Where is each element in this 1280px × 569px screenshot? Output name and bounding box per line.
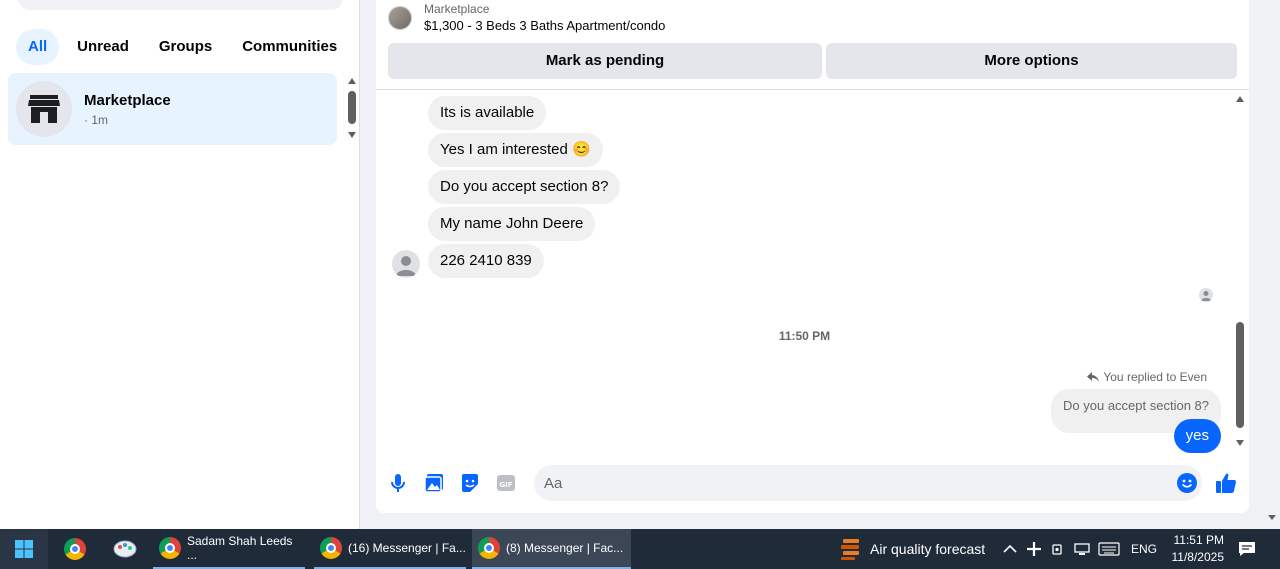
clock-time: 11:51 PM [1173, 533, 1224, 547]
chrome-icon [64, 538, 86, 560]
gif-icon[interactable]: GIF [495, 472, 517, 494]
conversation-name: Marketplace [84, 91, 171, 109]
scroll-down-arrow-icon[interactable] [348, 132, 356, 138]
windows-start-button[interactable] [0, 529, 48, 569]
composer: GIF [376, 461, 1249, 505]
scroll-up-arrow-icon[interactable] [348, 78, 356, 84]
taskbar-app-label: Sadam Shah Leeds ... [187, 534, 293, 562]
search-bar[interactable] [18, 0, 343, 10]
listing-thumbnail [388, 5, 412, 30]
scroll-up-arrow-icon[interactable] [1236, 96, 1244, 102]
tray-device-icon[interactable] [1052, 529, 1066, 569]
emoji-icon[interactable] [1177, 473, 1197, 493]
notification-icon[interactable] [1238, 529, 1258, 569]
listing-title: $1,300 - 3 Beds 3 Baths Apartment/condo [424, 18, 666, 33]
windows-logo-icon [15, 540, 33, 558]
avatar [16, 81, 72, 137]
chrome-taskbar-icon[interactable] [52, 529, 98, 569]
more-options-button[interactable]: More options [826, 43, 1237, 79]
filter-all[interactable]: All [16, 29, 60, 65]
incoming-message: 226 2410 839 [428, 244, 544, 278]
sticker-icon[interactable] [459, 472, 481, 494]
incoming-message: Yes I am interested 😊 [428, 133, 603, 167]
taskbar-app-chrome-3[interactable]: (8) Messenger | Fac... [472, 529, 631, 569]
incoming-message: Do you accept section 8? [428, 170, 621, 204]
paint-icon [113, 540, 137, 558]
list-scrollbar[interactable] [345, 76, 359, 142]
microphone-icon[interactable] [387, 472, 409, 494]
scroll-thumb[interactable] [1236, 322, 1244, 428]
app-taskbar-icon[interactable] [102, 529, 148, 569]
chat-list-panel: All Unread Groups Communities Marketplac… [0, 0, 360, 529]
chrome-icon [159, 537, 181, 559]
tray-plus-icon[interactable] [1026, 529, 1044, 569]
air-quality-icon [841, 539, 859, 560]
person-icon [1201, 291, 1211, 301]
filter-chips: All Unread Groups Communities [16, 29, 349, 65]
weather-widget[interactable]: Air quality forecast [840, 529, 985, 569]
message-input[interactable] [534, 465, 1202, 501]
clock-date: 11/8/2025 [1171, 550, 1225, 564]
network-icon[interactable] [1074, 529, 1092, 569]
clock[interactable]: 11:51 PM 11/8/2025 [1162, 532, 1225, 566]
filter-communities[interactable]: Communities [230, 29, 349, 65]
photo-icon[interactable] [423, 472, 445, 494]
thumbs-up-icon[interactable] [1214, 471, 1238, 495]
reply-note: You replied to Even [1087, 370, 1207, 384]
person-icon [396, 256, 416, 276]
chrome-icon [320, 537, 342, 559]
scroll-down-arrow-icon[interactable] [1236, 440, 1244, 446]
divider [376, 89, 1249, 90]
store-icon [28, 95, 60, 123]
sender-avatar[interactable] [392, 250, 420, 278]
incoming-message: My name John Deere [428, 207, 596, 241]
svg-text:GIF: GIF [499, 481, 512, 489]
chevron-up-icon [1003, 544, 1017, 553]
outgoing-message: yes [1173, 419, 1221, 453]
conversation-item-marketplace[interactable]: Marketplace · 1m [8, 73, 337, 145]
message-timestamp: 11:50 PM [778, 329, 831, 343]
weather-label: Air quality forecast [870, 541, 986, 557]
keyboard-icon[interactable] [1098, 529, 1122, 569]
conversation-time: · 1m [84, 112, 108, 127]
taskbar-app-chrome-1[interactable]: Sadam Shah Leeds ... [153, 529, 305, 569]
screen: All Unread Groups Communities Marketplac… [0, 0, 1280, 569]
reply-note-text: You replied to Even [1103, 370, 1207, 384]
listing-label: Marketplace [424, 2, 490, 16]
taskbar-app-label: (8) Messenger | Fac... [506, 541, 624, 555]
incoming-message: Its is available [428, 96, 547, 130]
read-receipt-avatar [1199, 288, 1213, 302]
chat-scrollbar[interactable] [1233, 92, 1247, 452]
scroll-thumb[interactable] [348, 91, 356, 124]
taskbar: Sadam Shah Leeds ... (16) Messenger | Fa… [0, 529, 1280, 569]
taskbar-app-label: (16) Messenger | Fa... [348, 541, 466, 555]
listing-header[interactable]: Marketplace $1,300 - 3 Beds 3 Baths Apar… [388, 2, 665, 33]
language-indicator[interactable]: ENG [1131, 529, 1159, 569]
chrome-icon [478, 537, 500, 559]
chat-panel: Marketplace $1,300 - 3 Beds 3 Baths Apar… [376, 0, 1249, 513]
filter-unread[interactable]: Unread [65, 29, 141, 65]
reply-icon [1087, 372, 1100, 382]
page-scroll-down-arrow-icon[interactable] [1268, 515, 1276, 520]
mark-as-pending-button[interactable]: Mark as pending [388, 43, 822, 79]
taskbar-app-chrome-2[interactable]: (16) Messenger | Fa... [314, 529, 466, 569]
show-hidden-icons-button[interactable] [1003, 529, 1019, 569]
filter-groups[interactable]: Groups [147, 29, 224, 65]
